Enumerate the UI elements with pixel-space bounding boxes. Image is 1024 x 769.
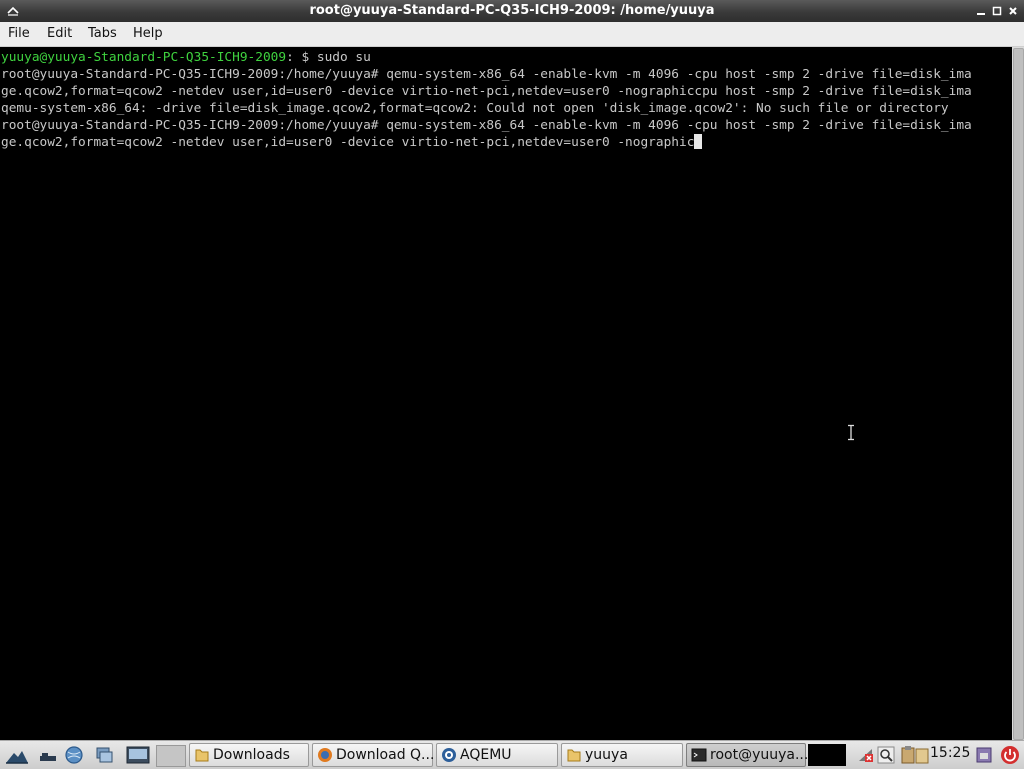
task-download-q[interactable]: Download Q... [312,743,435,767]
close-icon[interactable] [1006,4,1020,18]
minimize-icon[interactable] [974,4,988,18]
aqemu-icon [442,748,456,762]
terminal-line: ge.qcow2,format=qcow2 -netdev user,id=us… [1,84,972,99]
browser-icon[interactable] [64,745,84,765]
show-desktop-icon[interactable] [38,745,58,765]
files-icon[interactable] [912,745,932,765]
task-label: AQEMU [460,747,512,763]
menu-help[interactable]: Help [133,26,163,41]
task-label: Downloads [213,747,290,763]
task-label: Download Q... [336,747,435,763]
terminal-line: qemu-system-x86_64: -drive file=disk_ima… [1,101,949,116]
file-manager-icon[interactable] [94,745,114,765]
menu-file[interactable]: File [8,26,30,41]
start-menu-icon[interactable] [4,745,30,765]
terminal-icon[interactable] [126,745,150,765]
folder-icon [567,749,581,762]
power-icon[interactable] [1000,745,1020,765]
ibeam-cursor-icon [848,424,854,441]
cpu-monitor-icon[interactable] [808,744,846,766]
task-terminal[interactable]: root@yuuya... [686,743,809,767]
terminal-icon [691,748,707,762]
task-aqemu[interactable]: AQEMU [436,743,558,767]
menu-bar: File Edit Tabs Help [0,22,1024,47]
terminal-line: root@yuuya-Standard-PC-Q35-ICH9-2009:/ho… [1,118,972,133]
folder-icon [195,749,209,762]
menu-edit[interactable]: Edit [47,26,72,41]
terminal-line: root@yuuya-Standard-PC-Q35-ICH9-2009:/ho… [1,67,972,82]
taskbar: Downloads Download Q... AQEMU yuuya root… [0,740,1024,769]
terminal-line[interactable]: ge.qcow2,format=qcow2 -netdev user,id=us… [1,134,703,151]
task-label: yuuya [585,747,628,763]
text-cursor [694,134,703,149]
window-title: root@yuuya-Standard-PC-Q35-ICH9-2009: /h… [309,3,715,18]
terminal-scrollbar[interactable] [1012,47,1024,740]
menu-tabs[interactable]: Tabs [88,26,117,41]
terminal-line: yuuya@yuuya-Standard-PC-Q35-ICH9-2009: $… [1,49,371,66]
prompt-command: : $ sudo su [286,50,371,65]
terminal-output[interactable]: yuuya@yuuya-Standard-PC-Q35-ICH9-2009: $… [0,47,1012,740]
task-label: root@yuuya... [710,747,809,763]
clock[interactable]: 15:25 [930,745,970,761]
workspace-pager-icon[interactable] [156,745,186,767]
scrollbar-thumb[interactable] [1013,48,1024,740]
task-yuuya[interactable]: yuuya [561,743,683,767]
task-downloads[interactable]: Downloads [189,743,309,767]
prompt-user: yuuya@yuuya-Standard-PC-Q35-ICH9-2009 [1,50,287,65]
lock-screen-icon[interactable] [974,745,994,765]
window-title-bar[interactable]: root@yuuya-Standard-PC-Q35-ICH9-2009: /h… [0,0,1024,22]
current-input: ge.qcow2,format=qcow2 -netdev user,id=us… [1,135,695,150]
search-icon[interactable] [876,745,896,765]
firefox-icon [318,748,332,762]
maximize-icon[interactable] [990,4,1004,18]
network-off-icon[interactable] [856,745,876,765]
